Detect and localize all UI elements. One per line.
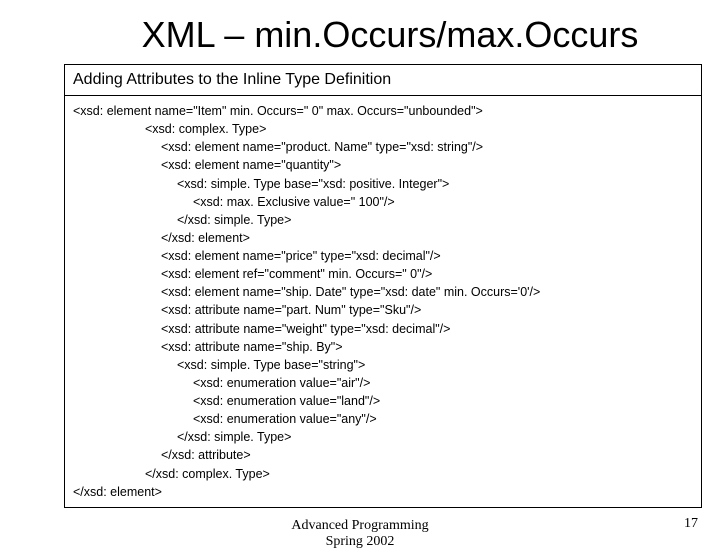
code-line: <xsd: element name="Item" min. Occurs=" … xyxy=(73,102,693,120)
code-line: <xsd: element name="quantity"> xyxy=(73,156,693,174)
code-line: <xsd: enumeration value="land"/> xyxy=(73,392,693,410)
code-line: <xsd: element name="product. Name" type=… xyxy=(73,138,693,156)
code-line: </xsd: complex. Type> xyxy=(73,465,693,483)
footer: Advanced Programming Spring 2002 xyxy=(0,518,720,550)
code-line: <xsd: max. Exclusive value=" 100"/> xyxy=(73,193,693,211)
code-line: <xsd: enumeration value="air"/> xyxy=(73,374,693,392)
code-line: <xsd: attribute name="weight" type="xsd:… xyxy=(73,320,693,338)
code-line: <xsd: complex. Type> xyxy=(73,120,693,138)
code-line: <xsd: attribute name="part. Num" type="S… xyxy=(73,301,693,319)
code-line: </xsd: element> xyxy=(73,483,693,501)
code-line: <xsd: element name="price" type="xsd: de… xyxy=(73,247,693,265)
footer-line1: Advanced Programming xyxy=(291,518,428,533)
code-line: </xsd: simple. Type> xyxy=(73,428,693,446)
slide: XML – min.Occurs/max.Occurs Adding Attri… xyxy=(0,14,720,554)
slide-title: XML – min.Occurs/max.Occurs xyxy=(0,14,720,56)
code-line: <xsd: simple. Type base="string"> xyxy=(73,356,693,374)
code-line: </xsd: attribute> xyxy=(73,446,693,464)
code-line: <xsd: element name="ship. Date" type="xs… xyxy=(73,283,693,301)
page-number: 17 xyxy=(684,516,698,532)
code-line: <xsd: enumeration value="any"/> xyxy=(73,410,693,428)
code-line: <xsd: element ref="comment" min. Occurs=… xyxy=(73,265,693,283)
code-line: </xsd: simple. Type> xyxy=(73,211,693,229)
content-box: Adding Attributes to the Inline Type Def… xyxy=(64,64,702,508)
footer-line2: Spring 2002 xyxy=(326,534,395,549)
code-line: <xsd: attribute name="ship. By"> xyxy=(73,338,693,356)
code-line: </xsd: element> xyxy=(73,229,693,247)
box-body: <xsd: element name="Item" min. Occurs=" … xyxy=(65,96,701,507)
code-line: <xsd: simple. Type base="xsd: positive. … xyxy=(73,175,693,193)
box-header: Adding Attributes to the Inline Type Def… xyxy=(65,65,701,96)
